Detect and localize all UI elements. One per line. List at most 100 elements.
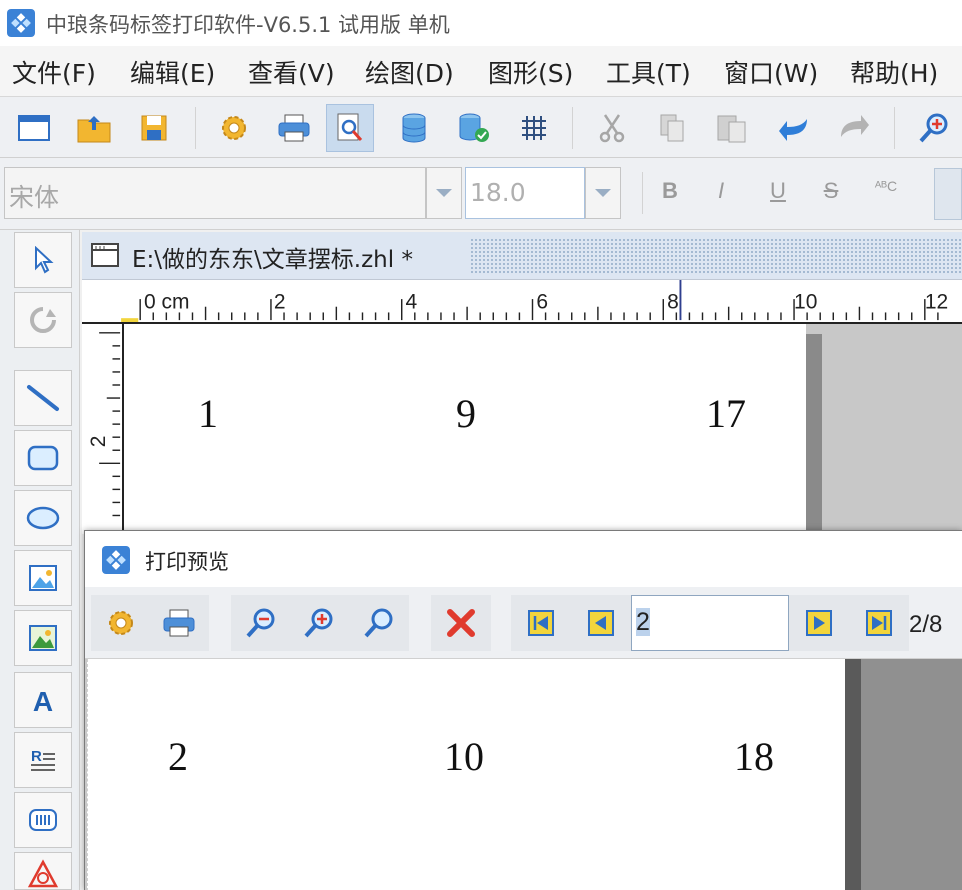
label-page[interactable]: 1 9 17 — [124, 324, 806, 534]
print-button[interactable] — [270, 104, 318, 152]
cut-button[interactable] — [588, 104, 636, 152]
ellipse-tool[interactable] — [14, 490, 72, 546]
print-icon — [163, 609, 195, 637]
zoom-out-button[interactable] — [233, 595, 289, 651]
label-text[interactable]: 1 — [198, 390, 218, 437]
menu-tools[interactable]: 工具(T) — [606, 54, 691, 90]
first-page-button[interactable] — [513, 595, 569, 651]
copy-button[interactable] — [648, 104, 696, 152]
text-tool[interactable]: A — [14, 672, 72, 728]
zoom-icon — [364, 608, 393, 638]
window-title: 中琅条码标签打印软件-V6.5.1 试用版 单机 — [46, 13, 450, 37]
database-icon — [402, 113, 426, 143]
picture-icon — [29, 625, 57, 651]
vertical-ruler: 2 — [82, 324, 124, 534]
tab-strip-fill — [470, 238, 962, 274]
settings-button[interactable] — [210, 104, 258, 152]
new-button[interactable] — [10, 104, 58, 152]
database-connect-icon — [459, 113, 489, 142]
next-page-icon — [806, 610, 832, 636]
preview-settings-button[interactable] — [93, 595, 149, 651]
font-family-select[interactable]: 宋体 — [4, 167, 426, 219]
superscript-button[interactable]: ᴬᴮC — [866, 178, 906, 210]
bold-button[interactable]: B — [655, 178, 685, 210]
grid-button[interactable] — [510, 104, 558, 152]
ruler-tick-label: 2 — [87, 436, 110, 448]
menu-draw[interactable]: 绘图(D) — [365, 54, 454, 90]
undo-button[interactable] — [770, 104, 818, 152]
copy-icon — [660, 114, 684, 142]
menu-edit[interactable]: 编辑(E) — [130, 54, 215, 90]
redo-button[interactable] — [830, 104, 878, 152]
image-icon — [29, 565, 57, 591]
svg-text:A: A — [33, 686, 53, 715]
select-tool[interactable] — [14, 232, 72, 288]
preview-toolbar: 2 2/8 — [85, 587, 962, 659]
shape-tool[interactable] — [14, 852, 72, 890]
image-tool[interactable] — [14, 550, 72, 606]
dialog-title-bar[interactable]: 打印预览 — [85, 531, 962, 587]
open-icon — [77, 116, 111, 143]
arrow-pointer-icon — [35, 246, 54, 274]
rotate-icon — [30, 307, 56, 333]
cut-icon — [599, 114, 625, 143]
italic-button[interactable]: I — [706, 178, 736, 210]
label-text[interactable]: 9 — [456, 390, 476, 437]
menu-shape[interactable]: 图形(S) — [488, 54, 573, 90]
barcode-tool[interactable] — [14, 792, 72, 848]
title-bar: 中琅条码标签打印软件-V6.5.1 试用版 单机 — [0, 0, 962, 46]
picture-tool[interactable] — [14, 610, 72, 666]
rectangle-tool[interactable] — [14, 430, 72, 486]
ruler-unit-label: 0 cm — [144, 291, 190, 314]
barcode-icon — [29, 809, 57, 831]
zoom-fit-button[interactable] — [351, 595, 407, 651]
previous-page-button[interactable] — [573, 595, 629, 651]
last-page-button[interactable] — [851, 595, 907, 651]
close-preview-button[interactable] — [433, 595, 489, 651]
next-page-button[interactable] — [791, 595, 847, 651]
font-size-dropdown[interactable] — [585, 167, 621, 219]
rich-text-tool[interactable]: R — [14, 732, 72, 788]
toolbar-separator — [894, 107, 895, 149]
preview-background — [861, 659, 962, 890]
rich-text-icon: R — [31, 748, 55, 771]
preview-label-text: 18 — [734, 734, 774, 779]
menu-window[interactable]: 窗口(W) — [724, 54, 818, 90]
page-number-input[interactable]: 2 — [631, 595, 789, 651]
toolbar-separator — [642, 172, 643, 214]
zoom-button[interactable] — [910, 104, 958, 152]
previous-page-icon — [588, 610, 614, 636]
font-size-select[interactable]: 18.0 — [465, 167, 585, 219]
print-preview-button[interactable] — [326, 104, 374, 152]
underline-button[interactable]: U — [763, 178, 793, 210]
preview-print-button[interactable] — [151, 595, 207, 651]
align-button[interactable] — [934, 168, 962, 220]
database-connect-button[interactable] — [450, 104, 498, 152]
rotate-tool[interactable] — [14, 292, 72, 348]
ellipse-icon — [26, 506, 60, 530]
drawing-toolbox: A R — [0, 230, 80, 890]
paste-button[interactable] — [708, 104, 756, 152]
line-tool[interactable] — [14, 370, 72, 426]
polygon-icon — [27, 859, 59, 888]
document-window-icon — [91, 243, 119, 267]
ruler-tick-label: 8 — [667, 291, 679, 314]
menu-file[interactable]: 文件(F) — [12, 54, 96, 90]
open-button[interactable] — [70, 104, 118, 152]
label-text[interactable]: 17 — [706, 390, 746, 437]
font-family-dropdown[interactable] — [426, 167, 462, 219]
save-button[interactable] — [130, 104, 178, 152]
chevron-down-icon — [436, 189, 452, 197]
document-tab[interactable]: E:\做的东东\文章摆标.zhl * — [82, 232, 962, 280]
page-number-value: 2 — [636, 608, 650, 636]
preview-area: 2 10 18 — [85, 659, 962, 890]
zoom-in-button[interactable] — [291, 595, 347, 651]
menu-view[interactable]: 查看(V) — [248, 54, 335, 90]
settings-icon — [222, 116, 246, 140]
last-page-icon — [866, 610, 892, 636]
database-button[interactable] — [390, 104, 438, 152]
menu-help[interactable]: 帮助(H) — [850, 54, 938, 90]
document-title: E:\做的东东\文章摆标.zhl * — [132, 247, 413, 273]
horizontal-ruler: 0 cm 2 4 6 8 10 12 — [82, 280, 962, 324]
strikethrough-button[interactable]: S — [816, 178, 846, 210]
